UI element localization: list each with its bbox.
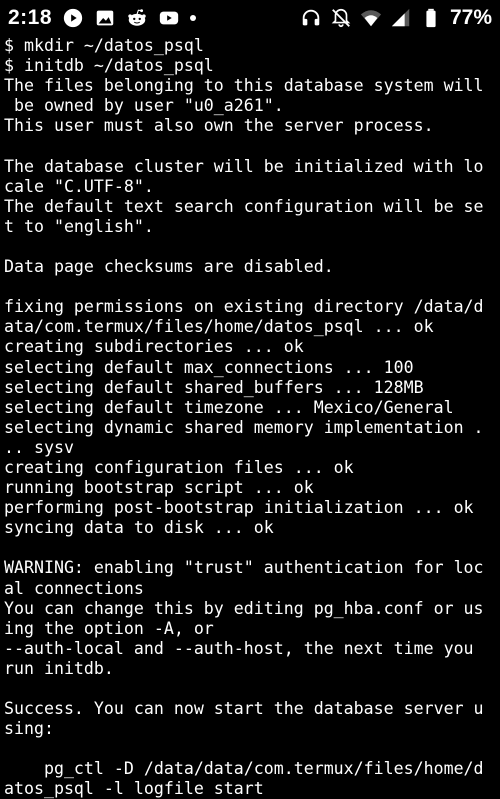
terminal-output[interactable]: $ mkdir ~/datos_psql $ initdb ~/datos_psq… bbox=[4, 36, 500, 799]
terminal-line: creating subdirectories ... ok bbox=[4, 337, 304, 357]
play-circle-icon bbox=[62, 7, 84, 29]
signal-icon bbox=[390, 7, 412, 29]
wifi-icon bbox=[360, 7, 382, 29]
terminal-line: be owned by user "u0_a261". bbox=[4, 96, 284, 116]
terminal-line: The files belonging to this database sys… bbox=[4, 76, 484, 96]
terminal-line: performing post-bootstrap initialization… bbox=[4, 498, 474, 518]
youtube-icon bbox=[158, 7, 180, 29]
status-left: 2:18 bbox=[0, 6, 197, 30]
terminal-line: syncing data to disk ... ok bbox=[4, 518, 274, 538]
terminal-line: $ initdb ~/datos_psql bbox=[4, 56, 214, 76]
terminal-line: creating configuration files ... ok bbox=[4, 457, 354, 477]
battery-icon bbox=[420, 7, 442, 29]
terminal-line: pg_ctl -D /data/data/com.termux/files/ho… bbox=[4, 759, 484, 779]
terminal-line: selecting default shared_buffers ... 128… bbox=[4, 377, 424, 397]
terminal-line: t to "english". bbox=[4, 216, 154, 236]
termux-screen: 2:18 77% $ mkdir ~/datos_psql $ initdb ~… bbox=[0, 0, 500, 799]
bell-off-icon bbox=[330, 7, 352, 29]
terminal-line: cale "C.UTF-8". bbox=[4, 176, 154, 196]
terminal-line: .. sysv bbox=[4, 437, 74, 457]
terminal-line: WARNING: enabling "trust" authentication… bbox=[4, 558, 484, 578]
terminal-line: selecting dynamic shared memory implemen… bbox=[4, 417, 484, 437]
image-icon bbox=[94, 7, 116, 29]
terminal-line: run initdb. bbox=[4, 658, 114, 678]
terminal-line: ata/com.termux/files/home/datos_psql ...… bbox=[4, 317, 434, 337]
status-bar: 2:18 77% bbox=[0, 0, 500, 36]
terminal-line: fixing permissions on existing directory… bbox=[4, 297, 484, 317]
terminal-line: You can change this by editing pg_hba.co… bbox=[4, 598, 484, 618]
terminal-line: The database cluster will be initialized… bbox=[4, 156, 484, 176]
terminal-line: sing: bbox=[4, 719, 54, 739]
status-right: 77% bbox=[300, 6, 500, 30]
terminal-line: selecting default max_connections ... 10… bbox=[4, 357, 414, 377]
reddit-icon bbox=[126, 7, 148, 29]
terminal-line: The default text search configuration wi… bbox=[4, 196, 484, 216]
terminal-line: Success. You can now start the database … bbox=[4, 699, 484, 719]
terminal-line: atos_psql -l logfile start bbox=[4, 779, 264, 799]
terminal-line: --auth-local and --auth-host, the next t… bbox=[4, 638, 474, 658]
terminal-line: This user must also own the server proce… bbox=[4, 116, 434, 136]
terminal-line: selecting default timezone ... Mexico/Ge… bbox=[4, 397, 454, 417]
terminal-line: running bootstrap script ... ok bbox=[4, 478, 314, 498]
terminal-line: ing the option -A, or bbox=[4, 618, 214, 638]
dot-icon bbox=[190, 15, 197, 21]
terminal-line: Data page checksums are disabled. bbox=[4, 257, 334, 277]
headphones-icon bbox=[300, 7, 322, 29]
battery-percent: 77% bbox=[449, 6, 492, 29]
terminal-line: al connections bbox=[4, 578, 144, 598]
terminal-line: $ mkdir ~/datos_psql bbox=[4, 36, 204, 55]
status-time: 2:18 bbox=[8, 6, 53, 29]
